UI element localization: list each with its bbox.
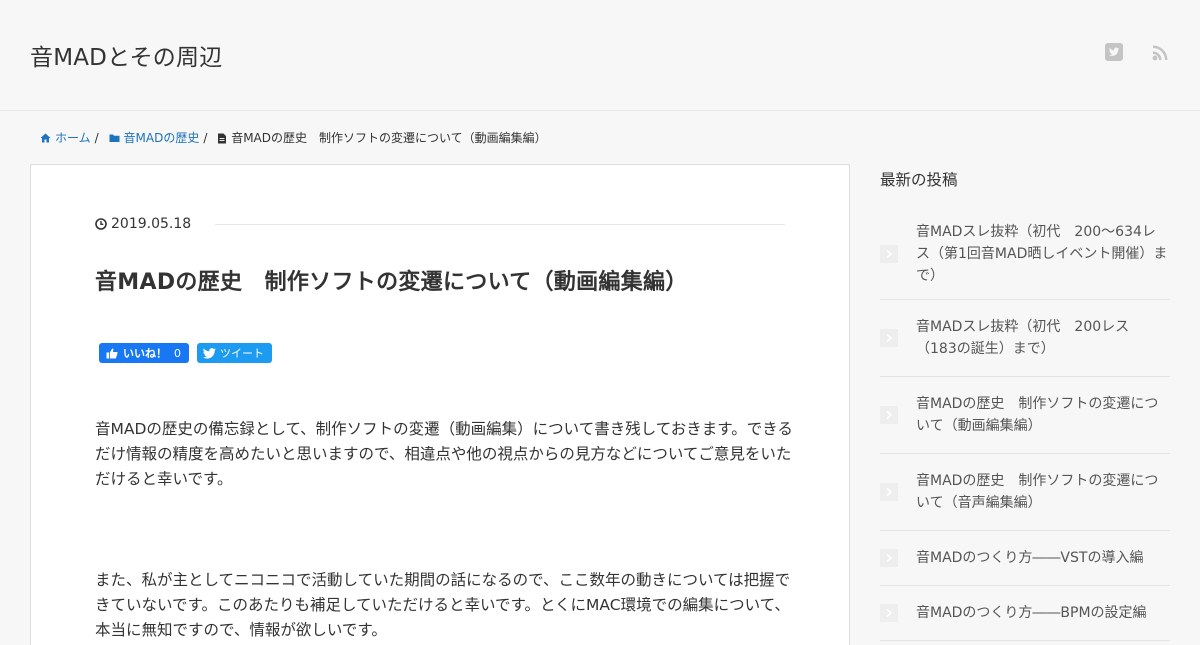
rss-icon[interactable] <box>1151 42 1171 62</box>
breadcrumb-category-link[interactable]: 音MADの歴史 <box>124 130 200 146</box>
share-buttons: いいね！ 0 ツイート <box>99 343 272 363</box>
divider <box>215 223 785 225</box>
recent-posts-list: 音MADスレ抜粋（初代 200～634レス（第1回音MAD晒しイベント開催）まで… <box>880 209 1170 641</box>
recent-post-link[interactable]: 音MADのつくり方――VSTの導入編 <box>916 547 1168 569</box>
twitter-bird-icon <box>203 347 216 359</box>
home-icon <box>40 133 51 143</box>
site-title[interactable]: 音MADとその周辺 <box>30 38 222 72</box>
recent-post-item[interactable]: 音MADのつくり方――VSTの導入編 <box>880 531 1170 586</box>
chevron-right-icon <box>880 549 898 567</box>
breadcrumb-home: ホーム / <box>40 130 105 146</box>
tweet-label: ツイート <box>220 347 264 360</box>
breadcrumb-home-link[interactable]: ホーム <box>55 130 91 146</box>
breadcrumb-separator: / <box>203 131 208 145</box>
recent-post-item[interactable]: 音MADの歴史 制作ソフトの変遷について（音声編集編） <box>880 454 1170 531</box>
chevron-right-icon <box>880 329 898 347</box>
clock-icon <box>95 218 107 230</box>
recent-post-item[interactable]: 音MADのつくり方――BPMの設定編 <box>880 586 1170 641</box>
recent-post-link[interactable]: 音MADの歴史 制作ソフトの変遷について（動画編集編） <box>916 393 1168 437</box>
chevron-right-icon <box>880 245 898 263</box>
recent-post-item[interactable]: 音MADスレ抜粋（初代 200～634レス（第1回音MAD晒しイベント開催）まで… <box>880 209 1170 300</box>
article-card: 2019.05.18 音MADの歴史 制作ソフトの変遷について（動画編集編） い… <box>30 164 850 645</box>
breadcrumb-current-label: 音MADの歴史 制作ソフトの変遷について（動画編集編） <box>231 131 547 145</box>
breadcrumb-category: 音MADの歴史 / <box>109 130 214 146</box>
recent-post-link[interactable]: 音MADスレ抜粋（初代 200レス（183の誕生）まで） <box>916 316 1168 360</box>
breadcrumb: ホーム / 音MADの歴史 / 音MADの歴史 制作ソフトの変遷について（動画編… <box>40 130 547 146</box>
recent-post-link[interactable]: 音MADスレ抜粋（初代 200～634レス（第1回音MAD晒しイベント開催）まで… <box>916 221 1168 287</box>
post-paragraph: また、私が主としてニコニコで活動していた期間の話になるので、ここ数年の動きについ… <box>95 571 791 639</box>
site-header: 音MADとその周辺 <box>0 0 1200 111</box>
breadcrumb-current: 音MADの歴史 制作ソフトの変遷について（動画編集編） <box>217 130 547 146</box>
tweet-button[interactable]: ツイート <box>197 343 272 363</box>
like-count: 0 <box>174 346 181 360</box>
folder-icon <box>109 134 120 142</box>
thumbs-up-icon <box>106 348 118 358</box>
recent-post-link[interactable]: 音MADの歴史 制作ソフトの変遷について（音声編集編） <box>916 470 1168 514</box>
post-paragraph: 音MADの歴史の備忘録として、制作ソフトの変遷（動画編集）について書き残しておき… <box>95 420 793 488</box>
chevron-right-icon <box>880 604 898 622</box>
recent-post-link[interactable]: 音MADのつくり方――BPMの設定編 <box>916 602 1168 624</box>
chevron-right-icon <box>880 406 898 424</box>
facebook-like-button[interactable]: いいね！ 0 <box>99 343 189 363</box>
document-icon <box>218 133 227 143</box>
recent-posts-title: 最新の投稿 <box>880 171 958 189</box>
post-title: 音MADの歴史 制作ソフトの変遷について（動画編集編） <box>95 270 688 295</box>
post-date-text: 2019.05.18 <box>111 216 192 232</box>
recent-post-item[interactable]: 音MADの歴史 制作ソフトの変遷について（動画編集編） <box>880 377 1170 454</box>
twitter-icon[interactable] <box>1104 42 1124 62</box>
breadcrumb-separator: / <box>94 131 99 145</box>
recent-post-item[interactable]: 音MADスレ抜粋（初代 200レス（183の誕生）まで） <box>880 300 1170 377</box>
like-label: いいね！ <box>123 347 167 360</box>
chevron-right-icon <box>880 483 898 501</box>
post-date: 2019.05.18 <box>95 215 785 233</box>
